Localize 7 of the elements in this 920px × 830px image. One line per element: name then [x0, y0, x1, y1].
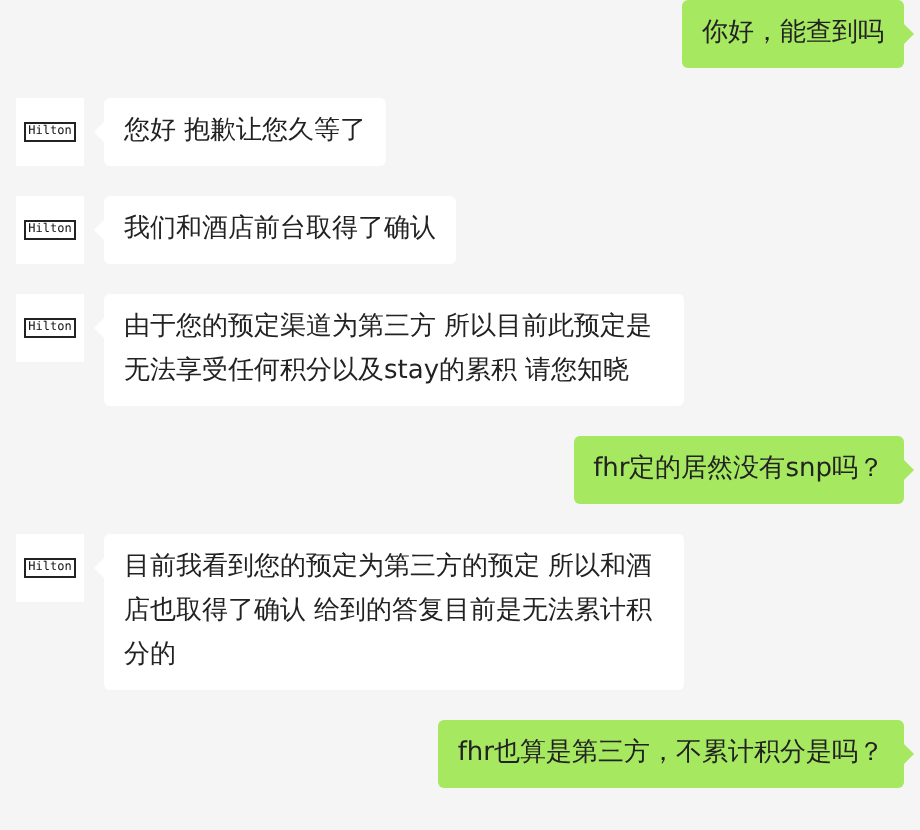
received-message-bubble: 您好 抱歉让您久等了	[104, 98, 387, 166]
received-message-bubble: 目前我看到您的预定为第三方的预定 所以和酒店也取得了确认 给到的答复目前是无法累计积分的	[104, 534, 684, 690]
received-message-bubble: 由于您的预定渠道为第三方 所以目前此预定是无法享受任何积分以及stay的累积 请您知晓	[104, 294, 684, 406]
sent-message-bubble: 你好，能查到吗	[682, 0, 904, 68]
sent-message-bubble: fhr定的居然没有snp吗？	[573, 436, 904, 504]
received-message-bubble: 我们和酒店前台取得了确认	[104, 196, 456, 264]
sent-message-bubble: fhr也算是第三方，不累计积分是吗？	[437, 720, 904, 788]
